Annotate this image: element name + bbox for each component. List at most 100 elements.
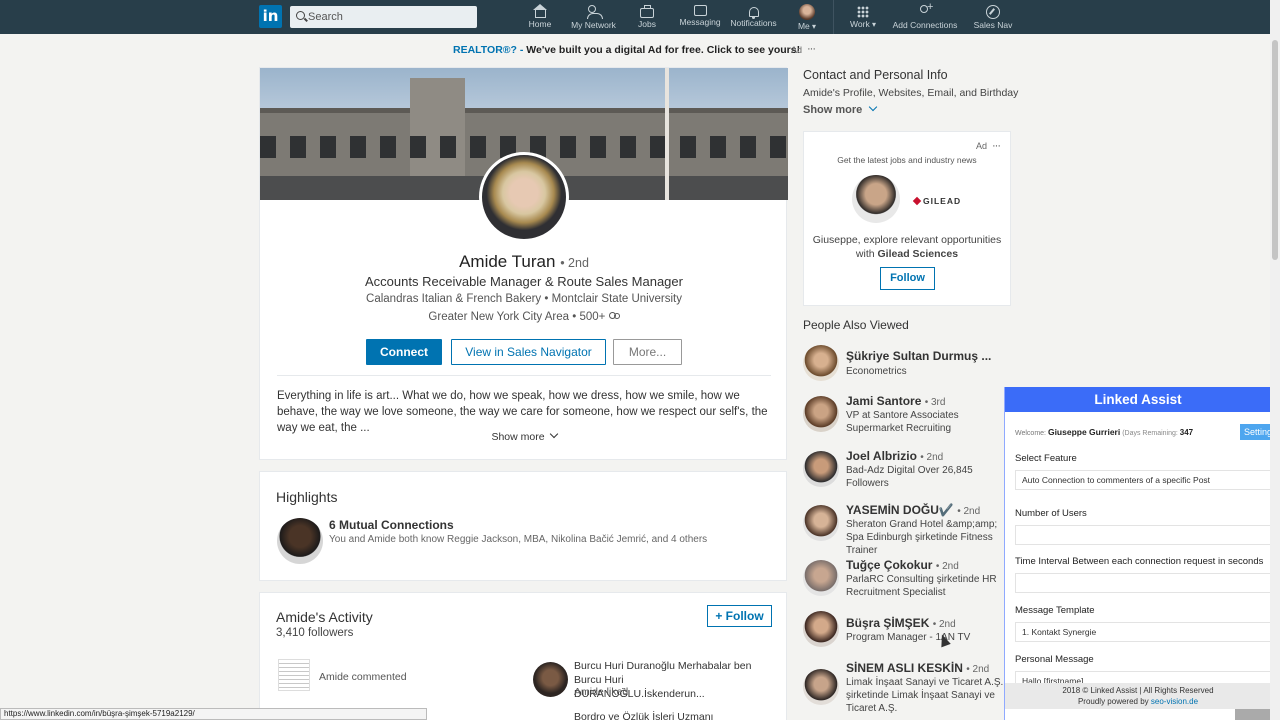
nav-notifications[interactable]: Notifications [727,5,780,28]
person-headline: Econometrics [846,366,907,377]
activity-item-commented[interactable]: Amide commented [319,671,407,683]
assist-remaining-label: (Days Remaining: [1122,430,1178,437]
page-scrollbar[interactable] [1270,0,1280,720]
summary-show-more[interactable]: Show more [260,431,788,443]
message-template-label: Message Template [1015,605,1095,616]
assist-footer: 2018 © Linked Assist | All Rights Reserv… [1005,683,1270,709]
connect-button[interactable]: Connect [366,339,442,365]
activity-thumbnail[interactable] [278,659,310,691]
sales-navigator-button[interactable]: View in Sales Navigator [451,339,606,365]
profile-name-line: Amide Turan • 2nd [260,252,788,272]
contact-show-more-label: Show more [803,104,863,116]
person-headline: VP at Santore Associates Supermarket Rec… [846,410,959,434]
search-icon [296,11,305,20]
profile-photo[interactable] [479,152,569,242]
profile-name: Amide Turan [459,252,556,271]
number-of-users-label: Number of Users [1015,508,1087,519]
nav-jobs-label: Jobs [638,19,656,29]
ad-card-menu-icon[interactable]: ··· [992,140,1001,152]
nav-messaging[interactable]: Messaging [677,5,723,27]
avatar [803,396,839,432]
person-name: Jami Santore • 3rd [846,394,945,408]
ad-follow-button[interactable]: Follow [880,267,935,290]
nav-sales-nav[interactable]: Sales Nav [972,5,1014,30]
nav-sales-nav-label: Sales Nav [973,20,1013,30]
activity-title: Amide's Activity [276,609,373,625]
profile-headline: Accounts Receivable Manager & Route Sale… [365,274,683,289]
nav-work[interactable]: Work [847,5,879,29]
person-name: YASEMİN DOĞU✔️ • 2nd [846,503,980,517]
search-box[interactable] [290,6,477,28]
linkedin-logo[interactable]: in [259,5,282,28]
person-name-text: SİNEM ASLI KESKİN [846,661,963,675]
assist-footer-powered: Proudly powered by [1077,697,1151,706]
compass-icon [986,5,1000,19]
nav-jobs[interactable]: Jobs [634,5,660,29]
person-degree: • 2nd [966,664,990,675]
followers-count: 3,410 followers [276,627,354,639]
time-interval-input[interactable] [1015,573,1270,593]
avatar [803,611,839,647]
number-of-users-input[interactable] [1015,525,1270,545]
nav-notifications-label: Notifications [730,18,777,28]
person-name: Tuğçe Çokokur • 2nd [846,558,959,572]
add-person-icon [918,1,933,19]
person-name-text: Tuğçe Çokokur [846,558,933,572]
assist-footer-copyright: 2018 © Linked Assist | All Rights Reserv… [1062,686,1214,695]
page-scrollbar-thumb[interactable] [1272,40,1278,260]
avatar [803,505,839,541]
nav-me-label: Me [797,21,810,31]
select-feature-dropdown[interactable]: Auto Connection to commenters of a speci… [1015,470,1270,490]
more-button[interactable]: More... [613,339,682,365]
person-headline: ParlaRC Consulting şirketinde HR Recruit… [846,574,997,598]
person-name: Şükriye Sultan Durmuş ... [846,349,991,363]
follow-button[interactable]: + Follow [707,605,772,627]
search-input[interactable] [308,8,468,26]
nav-me[interactable]: Me [795,4,819,31]
assist-scrollbar[interactable] [1235,709,1270,720]
home-icon [532,4,547,18]
nav-divider [833,0,834,34]
ad-banner-link[interactable]: REALTOR®? - [453,44,523,56]
contact-show-more[interactable]: Show more [803,102,878,116]
avatar [799,4,815,20]
person-headline: Sheraton Grand Hotel &amp;amp; Spa Edinb… [846,519,998,556]
briefcase-icon [640,5,654,18]
ad-banner-menu-icon[interactable]: ··· [807,43,816,55]
ad-card-msg-line1: Giuseppe, explore relevant opportunities [812,234,1002,246]
profile-company-line[interactable]: Calandras Italian & French Bakery • Mont… [260,293,788,305]
nav-home[interactable]: Home [527,4,553,29]
mutual-connections-title[interactable]: 6 Mutual Connections [329,518,454,532]
network-icon [586,5,603,19]
avatar [803,669,839,705]
linked-assist-panel: Linked Assist Welcome: Giuseppe Gurrieri… [1004,387,1270,720]
profile-summary: Everything in life is art... What we do,… [277,390,768,434]
person-name: Büşra ŞİMŞEK • 2nd [846,616,956,630]
ad-banner-tag: Ad [791,45,803,55]
activity-post-text-2[interactable]: Bordro ve Özlük İşleri Uzmanı [574,711,713,720]
assist-remaining-days: 347 [1179,428,1194,437]
ad-banner[interactable]: REALTOR®? - We've built you a digital Ad… [453,44,800,56]
person-headline: Program Manager - 1AN TV [846,632,971,643]
person-name-text: Jami Santore [846,394,922,408]
assist-settings-button[interactable]: Settings [1240,424,1270,440]
person-name-text: YASEMİN DOĞU✔️ [846,503,954,517]
profile-connections[interactable]: • 500+ [572,311,605,323]
ad-card-brand-name: Gilead Sciences [877,248,959,260]
nav-my-network[interactable]: My Network [566,5,621,30]
profile-card: Amide Turan • 2nd Accounts Receivable Ma… [259,67,788,460]
message-template-select[interactable]: 1. Kontakt Synergie [1015,622,1270,642]
nav-add-connections[interactable]: Add Connections [891,1,959,30]
avatar [803,451,839,487]
mutual-connection-avatar[interactable] [277,518,323,564]
assist-user-name: Giuseppe Gurrieri [1047,427,1121,437]
assist-footer-link[interactable]: seo-vision.de [1151,697,1198,706]
bell-icon [748,7,759,19]
person-name: SİNEM ASLI KESKİN • 2nd [846,661,989,675]
highlights-title: Highlights [276,489,338,505]
top-nav-bar: in Home My Network Jobs Messaging Notifi… [0,0,1270,34]
personal-message-label: Personal Message [1015,654,1094,665]
activity-avatar[interactable] [533,662,568,697]
person-headline: Limak İnşaat Sanayi ve Ticaret A.Ş. şirk… [846,677,1004,714]
nav-work-label: Work [850,19,870,29]
